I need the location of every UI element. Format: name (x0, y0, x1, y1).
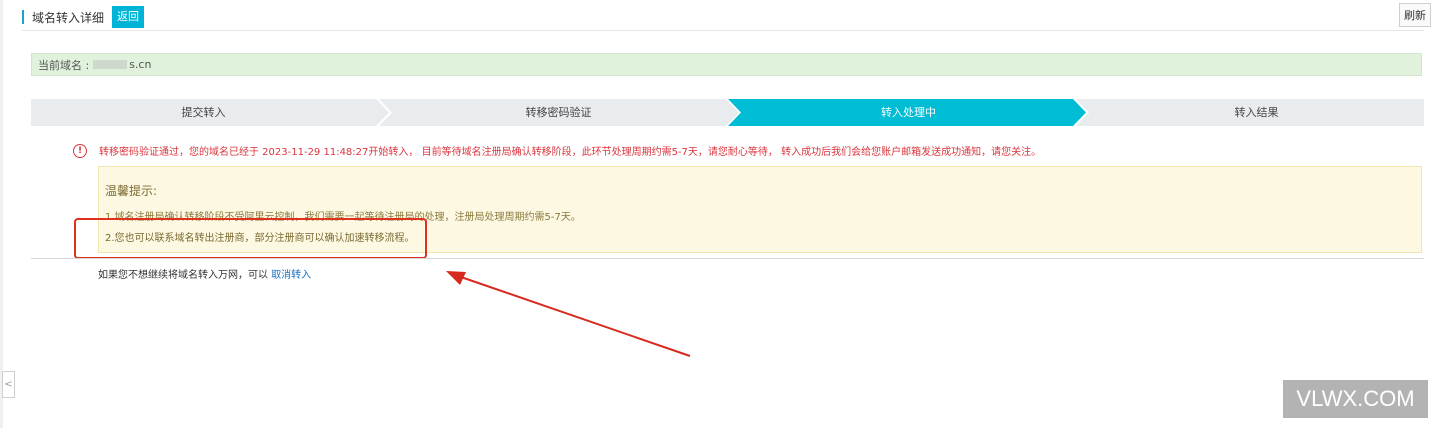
page-title: 域名转入详细 (32, 10, 105, 25)
cancel-transfer-text: 如果您不想继续将域名转入万网，可以 (98, 270, 268, 281)
page-header: 域名转入详细 返回 (22, 6, 145, 28)
side-collapse-tab[interactable]: < (2, 371, 15, 398)
error-circle-icon: ! (73, 143, 87, 158)
step-result-label: 转入结果 (1234, 106, 1279, 119)
cancel-transfer-link[interactable]: 取消转入 (271, 270, 311, 281)
title-accent-bar (22, 10, 24, 24)
step-processing-label: 转入处理中 (881, 106, 936, 119)
annotation-arrow-shaft (457, 275, 691, 357)
back-button[interactable]: 返回 (112, 6, 145, 28)
status-notice-text: 转移密码验证通过，您的域名已经于 2023-11-29 11:48:27开始转入… (99, 147, 1042, 158)
step-submit-label: 提交转入 (181, 106, 226, 119)
redacted-domain-mask (93, 60, 128, 69)
current-domain-bar: 当前域名 : s.cn (31, 53, 1422, 76)
status-notice: ! 转移密码验证通过，您的域名已经于 2023-11-29 11:48:27开始… (73, 143, 1041, 158)
chevron-left-icon: < (4, 379, 13, 390)
current-domain-label: 当前域名 : (38, 58, 90, 72)
content-divider (31, 258, 1424, 259)
progress-steps: 提交转入 转移密码验证 转入处理中 转入结果 (31, 99, 1424, 126)
annotation-highlight-box (74, 218, 427, 259)
step-verify-label: 转移密码验证 (525, 106, 592, 119)
cancel-transfer-row: 如果您不想继续将域名转入万网，可以 取消转入 (98, 266, 311, 281)
annotation-arrow-head (446, 271, 466, 285)
header-divider (22, 30, 1424, 31)
left-rail (0, 0, 3, 428)
watermark: VLWX.COM (1283, 380, 1428, 418)
tips-title: 温馨提示: (105, 184, 158, 198)
current-domain-value: s.cn (129, 58, 152, 71)
refresh-button[interactable]: 刷新 (1399, 3, 1431, 27)
